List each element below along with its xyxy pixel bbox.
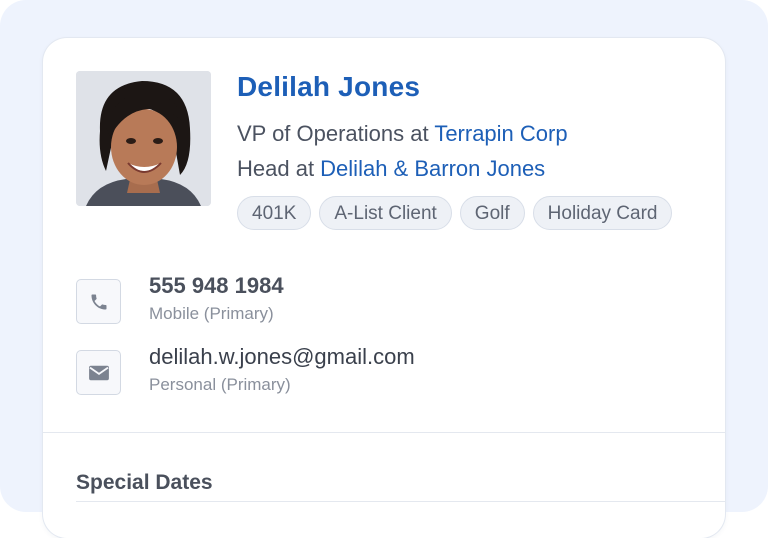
phone-icon (76, 279, 121, 324)
organization-link[interactable]: Terrapin Corp (434, 121, 567, 146)
phone-label: Mobile (Primary) (149, 304, 274, 323)
tag-a-list-client[interactable]: A-List Client (319, 196, 452, 230)
phone-number[interactable]: 555 948 1984 (149, 273, 284, 299)
section-divider (76, 501, 725, 502)
email-label: Personal (Primary) (149, 375, 291, 394)
contact-name[interactable]: Delilah Jones (237, 71, 420, 103)
role-line-1: VP of Operations at Terrapin Corp (237, 121, 568, 147)
tag-401k[interactable]: 401K (237, 196, 312, 230)
role-line-2: Head at Delilah & Barron Jones (237, 156, 545, 182)
avatar (76, 71, 211, 206)
tag-list: 401K A-List Client Golf Holiday Card (237, 196, 673, 230)
tag-golf[interactable]: Golf (459, 196, 525, 230)
tag-holiday-card[interactable]: Holiday Card (532, 196, 673, 230)
role-title: VP of Operations at (237, 121, 435, 146)
section-divider (43, 432, 725, 433)
organization-link[interactable]: Delilah & Barron Jones (320, 156, 545, 181)
email-address[interactable]: delilah.w.jones@gmail.com (149, 344, 415, 370)
role-title: Head at (237, 156, 321, 181)
special-dates-heading: Special Dates (76, 471, 213, 494)
contact-card: Delilah Jones VP of Operations at Terrap… (43, 38, 725, 538)
envelope-icon (76, 350, 121, 395)
